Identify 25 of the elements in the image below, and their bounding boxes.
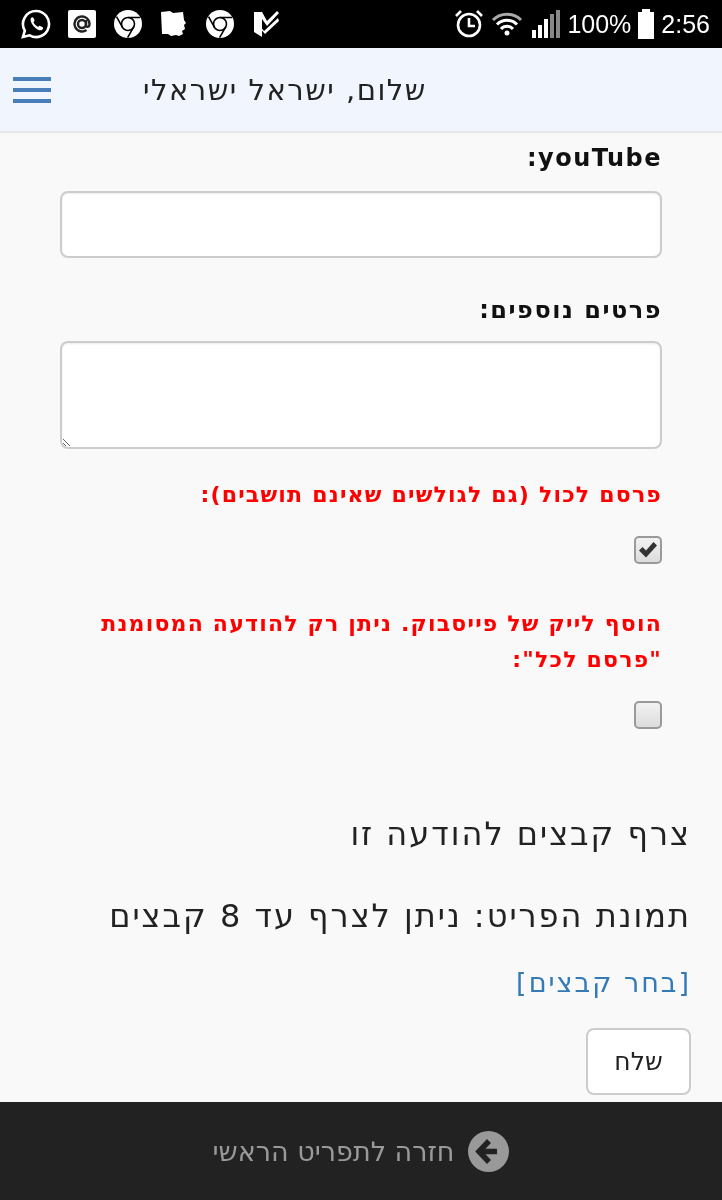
checkmark-icon xyxy=(638,541,658,559)
battery-percentage: 100% xyxy=(567,9,632,39)
round-logo-icon xyxy=(204,8,236,40)
choose-files-link[interactable]: [בחר קבצים] xyxy=(516,965,691,1001)
send-button[interactable]: שלח xyxy=(586,1028,691,1095)
clock-time: 2:56 xyxy=(661,9,710,39)
round-logo-icon xyxy=(112,8,144,40)
back-to-menu-link[interactable]: חזרה לתפריט הראשי xyxy=(212,1130,510,1172)
textarea-field[interactable] xyxy=(60,341,662,449)
field-label: youTube: xyxy=(526,143,662,173)
attachments-note: תמונת הפריט: ניתן לצרף עד 8 קבצים xyxy=(109,896,691,936)
checkbox[interactable] xyxy=(634,536,662,564)
chat-bubble-icon xyxy=(20,8,52,40)
greeting-title: שלום, ישראל ישראלי xyxy=(143,72,427,107)
checkbox[interactable] xyxy=(634,701,662,729)
field-label: פרטים נוספים: xyxy=(479,295,662,325)
at-sign-icon xyxy=(66,8,98,40)
attachments-title: צרף קבצים להודעה זו xyxy=(350,814,691,854)
text-input-field[interactable] xyxy=(60,191,662,258)
signal-icon xyxy=(529,8,562,40)
menu-button[interactable] xyxy=(13,75,51,104)
option-label: הוסף לייק של פייסבוק. ניתן רק להודעה המסומנת "פרסם לכל": xyxy=(100,610,662,674)
battery-icon xyxy=(637,8,656,40)
option-label: פרסם לכול (גם לגולשים שאינם תושבים): xyxy=(200,481,662,509)
menu-icon xyxy=(13,75,51,104)
